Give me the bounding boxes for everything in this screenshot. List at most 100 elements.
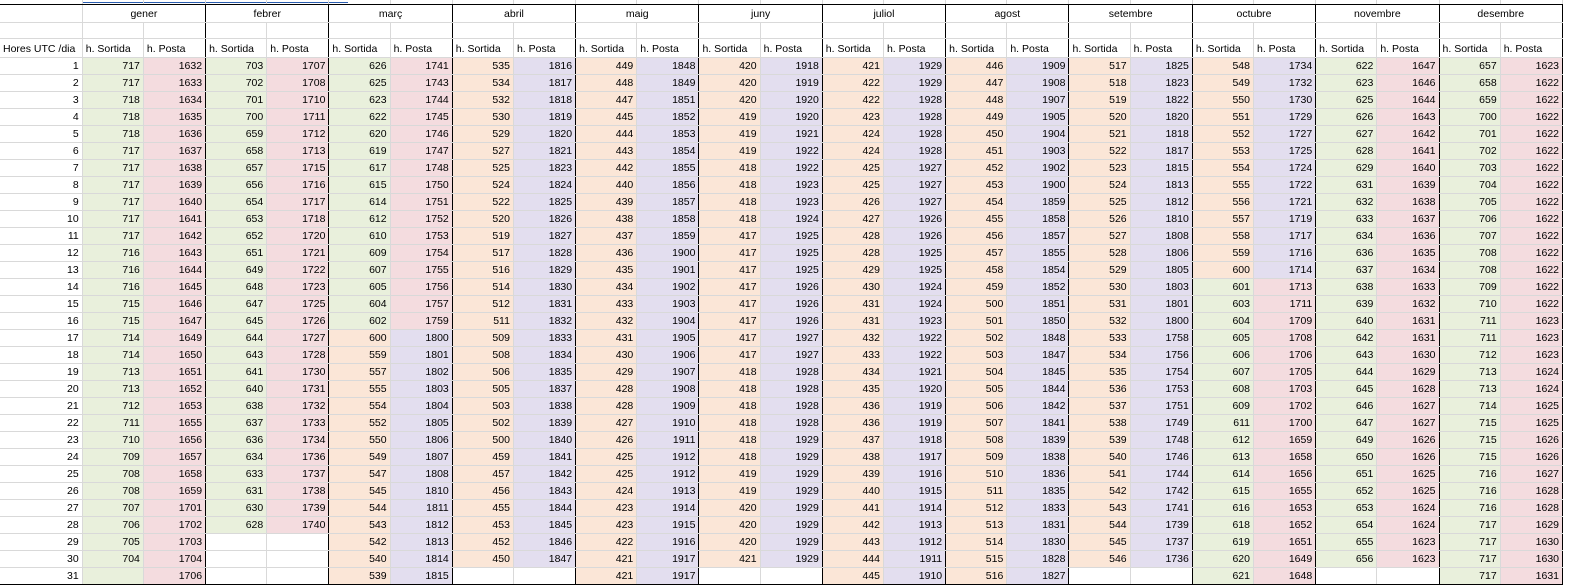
sunset-cell[interactable]: 1736	[266, 448, 330, 466]
sunset-cell[interactable]: 1648	[1253, 567, 1317, 585]
sunrise-cell[interactable]: 431	[821, 295, 884, 313]
sunrise-cell[interactable]: 424	[821, 125, 884, 143]
sunrise-cell[interactable]: 645	[205, 312, 268, 330]
sunrise-cell[interactable]: 605	[1191, 329, 1255, 347]
sunset-cell[interactable]: 1649	[1253, 550, 1317, 568]
sunset-cell[interactable]: 1841	[513, 448, 577, 466]
sunrise-cell[interactable]: 717	[81, 210, 144, 228]
sunset-cell[interactable]: 1926	[760, 312, 823, 330]
sunrise-cell[interactable]: 634	[205, 448, 268, 466]
sunrise-cell[interactable]: 645	[1315, 380, 1378, 398]
day-label[interactable]: 10	[0, 210, 83, 228]
sunrise-cell[interactable]: 425	[575, 448, 638, 466]
sunset-header[interactable]: h. Posta	[883, 38, 947, 58]
sunrise-cell[interactable]: 716	[1438, 482, 1501, 500]
sunrise-cell[interactable]: 612	[328, 210, 391, 228]
sunrise-cell[interactable]: 520	[451, 210, 514, 228]
sunset-cell[interactable]: 1929	[760, 516, 823, 534]
sunset-cell[interactable]: 1706	[1253, 346, 1317, 364]
sunset-cell[interactable]: 1928	[883, 125, 947, 143]
sunset-cell[interactable]: 1643	[1376, 108, 1440, 126]
sunrise-cell[interactable]: 708	[1438, 244, 1501, 262]
sunrise-cell[interactable]: 656	[1315, 550, 1378, 568]
day-label[interactable]: 7	[0, 159, 83, 177]
sunset-cell[interactable]: 1745	[390, 108, 453, 126]
sunset-cell[interactable]: 1716	[1253, 244, 1317, 262]
sunrise-cell[interactable]: 552	[328, 414, 391, 432]
sunrise-cell[interactable]: 717	[81, 142, 144, 160]
sunrise-cell[interactable]: 418	[698, 193, 761, 211]
sunset-header[interactable]: h. Posta	[1253, 38, 1317, 58]
sunrise-cell[interactable]: 702	[1438, 142, 1501, 160]
sunrise-cell[interactable]: 432	[821, 329, 884, 347]
sunset-cell[interactable]: 1737	[1130, 533, 1193, 551]
sunrise-cell[interactable]: 652	[205, 227, 268, 245]
sunset-cell[interactable]: 1908	[1006, 74, 1070, 92]
sunrise-cell[interactable]: 647	[1315, 414, 1378, 432]
sunset-cell[interactable]: 1929	[760, 482, 823, 500]
sunrise-cell[interactable]: 524	[1068, 176, 1131, 194]
sunset-cell[interactable]: 1732	[266, 397, 330, 415]
day-label[interactable]: 16	[0, 312, 83, 330]
sunrise-cell[interactable]: 418	[698, 414, 761, 432]
sunrise-cell[interactable]: 447	[575, 91, 638, 109]
sunrise-cell[interactable]: 554	[328, 397, 391, 415]
sunset-cell[interactable]: 1726	[266, 312, 330, 330]
sunset-cell[interactable]: 1755	[390, 261, 453, 279]
sunset-cell[interactable]: 1923	[760, 193, 823, 211]
sunrise-cell[interactable]: 455	[451, 499, 514, 517]
sunrise-cell[interactable]: 705	[1438, 193, 1501, 211]
month-header-2[interactable]: març	[328, 4, 453, 23]
sunrise-cell[interactable]: 714	[81, 329, 144, 347]
sunrise-cell[interactable]: 657	[205, 159, 268, 177]
sunrise-cell[interactable]: 643	[205, 346, 268, 364]
sunrise-cell[interactable]: 436	[575, 244, 638, 262]
blank-cell[interactable]	[451, 22, 514, 39]
sunrise-cell[interactable]: 526	[1068, 210, 1131, 228]
sunrise-cell[interactable]: 713	[81, 380, 144, 398]
sunrise-cell[interactable]: 524	[451, 176, 514, 194]
sunset-cell[interactable]	[1376, 567, 1440, 585]
sunrise-cell[interactable]: 708	[81, 465, 144, 483]
sunset-cell[interactable]: 1817	[513, 74, 577, 92]
sunrise-cell[interactable]: 422	[821, 91, 884, 109]
sunset-cell[interactable]: 1925	[760, 261, 823, 279]
sunrise-cell[interactable]: 459	[945, 278, 1008, 296]
blank-cell[interactable]	[1253, 22, 1317, 39]
sunset-cell[interactable]: 1922	[883, 329, 947, 347]
sunset-cell[interactable]: 1641	[143, 210, 207, 228]
sunset-cell[interactable]: 1900	[636, 244, 700, 262]
sunrise-header[interactable]: h. Sortida	[698, 38, 761, 58]
sunrise-cell[interactable]: 653	[205, 210, 268, 228]
sunset-cell[interactable]: 1647	[1376, 57, 1440, 75]
sunrise-cell[interactable]: 658	[1438, 74, 1501, 92]
sunrise-cell[interactable]: 618	[1191, 516, 1255, 534]
sunset-cell[interactable]: 1925	[760, 227, 823, 245]
sunrise-cell[interactable]: 449	[575, 57, 638, 75]
sunrise-cell[interactable]: 542	[328, 533, 391, 551]
sunrise-header[interactable]: h. Sortida	[1191, 38, 1255, 58]
sunset-cell[interactable]: 1813	[1130, 176, 1193, 194]
sunset-cell[interactable]: 1922	[760, 159, 823, 177]
sunrise-cell[interactable]: 428	[821, 244, 884, 262]
sunset-cell[interactable]: 1805	[1130, 261, 1193, 279]
sunset-cell[interactable]: 1708	[1253, 329, 1317, 347]
sunrise-cell[interactable]: 707	[1438, 227, 1501, 245]
sunset-cell[interactable]: 1623	[1376, 550, 1440, 568]
sunset-cell[interactable]: 1639	[143, 176, 207, 194]
sunrise-cell[interactable]: 622	[1315, 57, 1378, 75]
sunrise-cell[interactable]: 640	[1315, 312, 1378, 330]
sunset-cell[interactable]: 1623	[1500, 312, 1564, 330]
sunset-cell[interactable]: 1928	[760, 380, 823, 398]
sunrise-cell[interactable]: 701	[205, 91, 268, 109]
month-header-6[interactable]: juliol	[821, 4, 947, 23]
day-label[interactable]: 3	[0, 91, 83, 109]
sunrise-cell[interactable]: 716	[81, 261, 144, 279]
sunset-cell[interactable]	[266, 567, 330, 585]
sunrise-cell[interactable]: 656	[205, 176, 268, 194]
sunrise-cell[interactable]: 638	[205, 397, 268, 415]
sunrise-cell[interactable]: 644	[1315, 363, 1378, 381]
sunset-cell[interactable]: 1659	[1253, 431, 1317, 449]
sunset-cell[interactable]: 1624	[1376, 516, 1440, 534]
sunset-cell[interactable]: 1927	[760, 346, 823, 364]
